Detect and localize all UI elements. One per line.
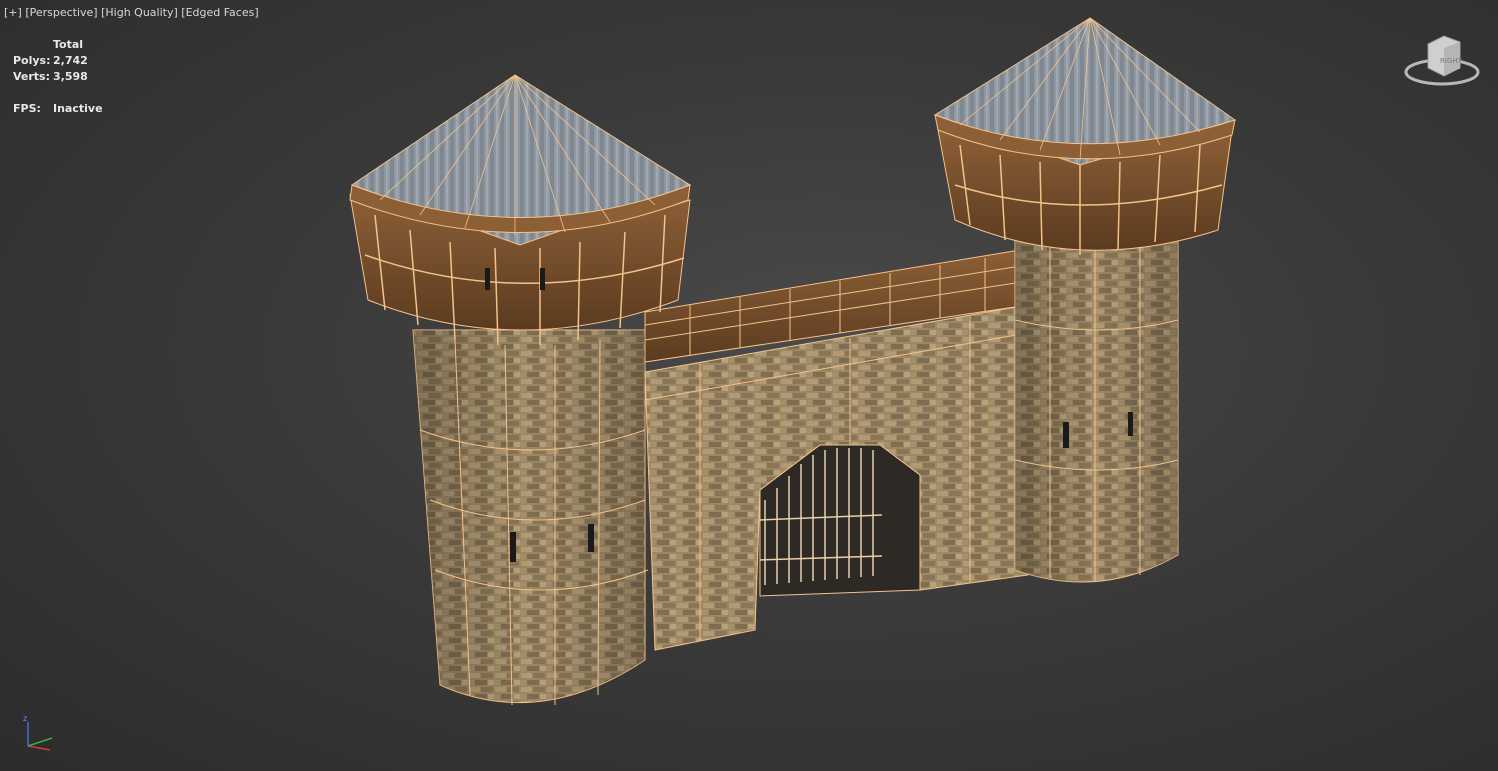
left-tower[interactable] bbox=[349, 74, 692, 706]
y-axis-line bbox=[27, 737, 53, 747]
z-axis-label: z bbox=[23, 714, 27, 723]
castle-gate-model[interactable] bbox=[0, 0, 1498, 771]
viewcube-face-label: RIGHT bbox=[1440, 57, 1463, 65]
viewcube[interactable]: RIGHT bbox=[1400, 30, 1484, 94]
x-axis-line bbox=[27, 745, 51, 751]
gate-wall bbox=[644, 249, 1029, 651]
axis-tripod: z bbox=[18, 712, 62, 756]
